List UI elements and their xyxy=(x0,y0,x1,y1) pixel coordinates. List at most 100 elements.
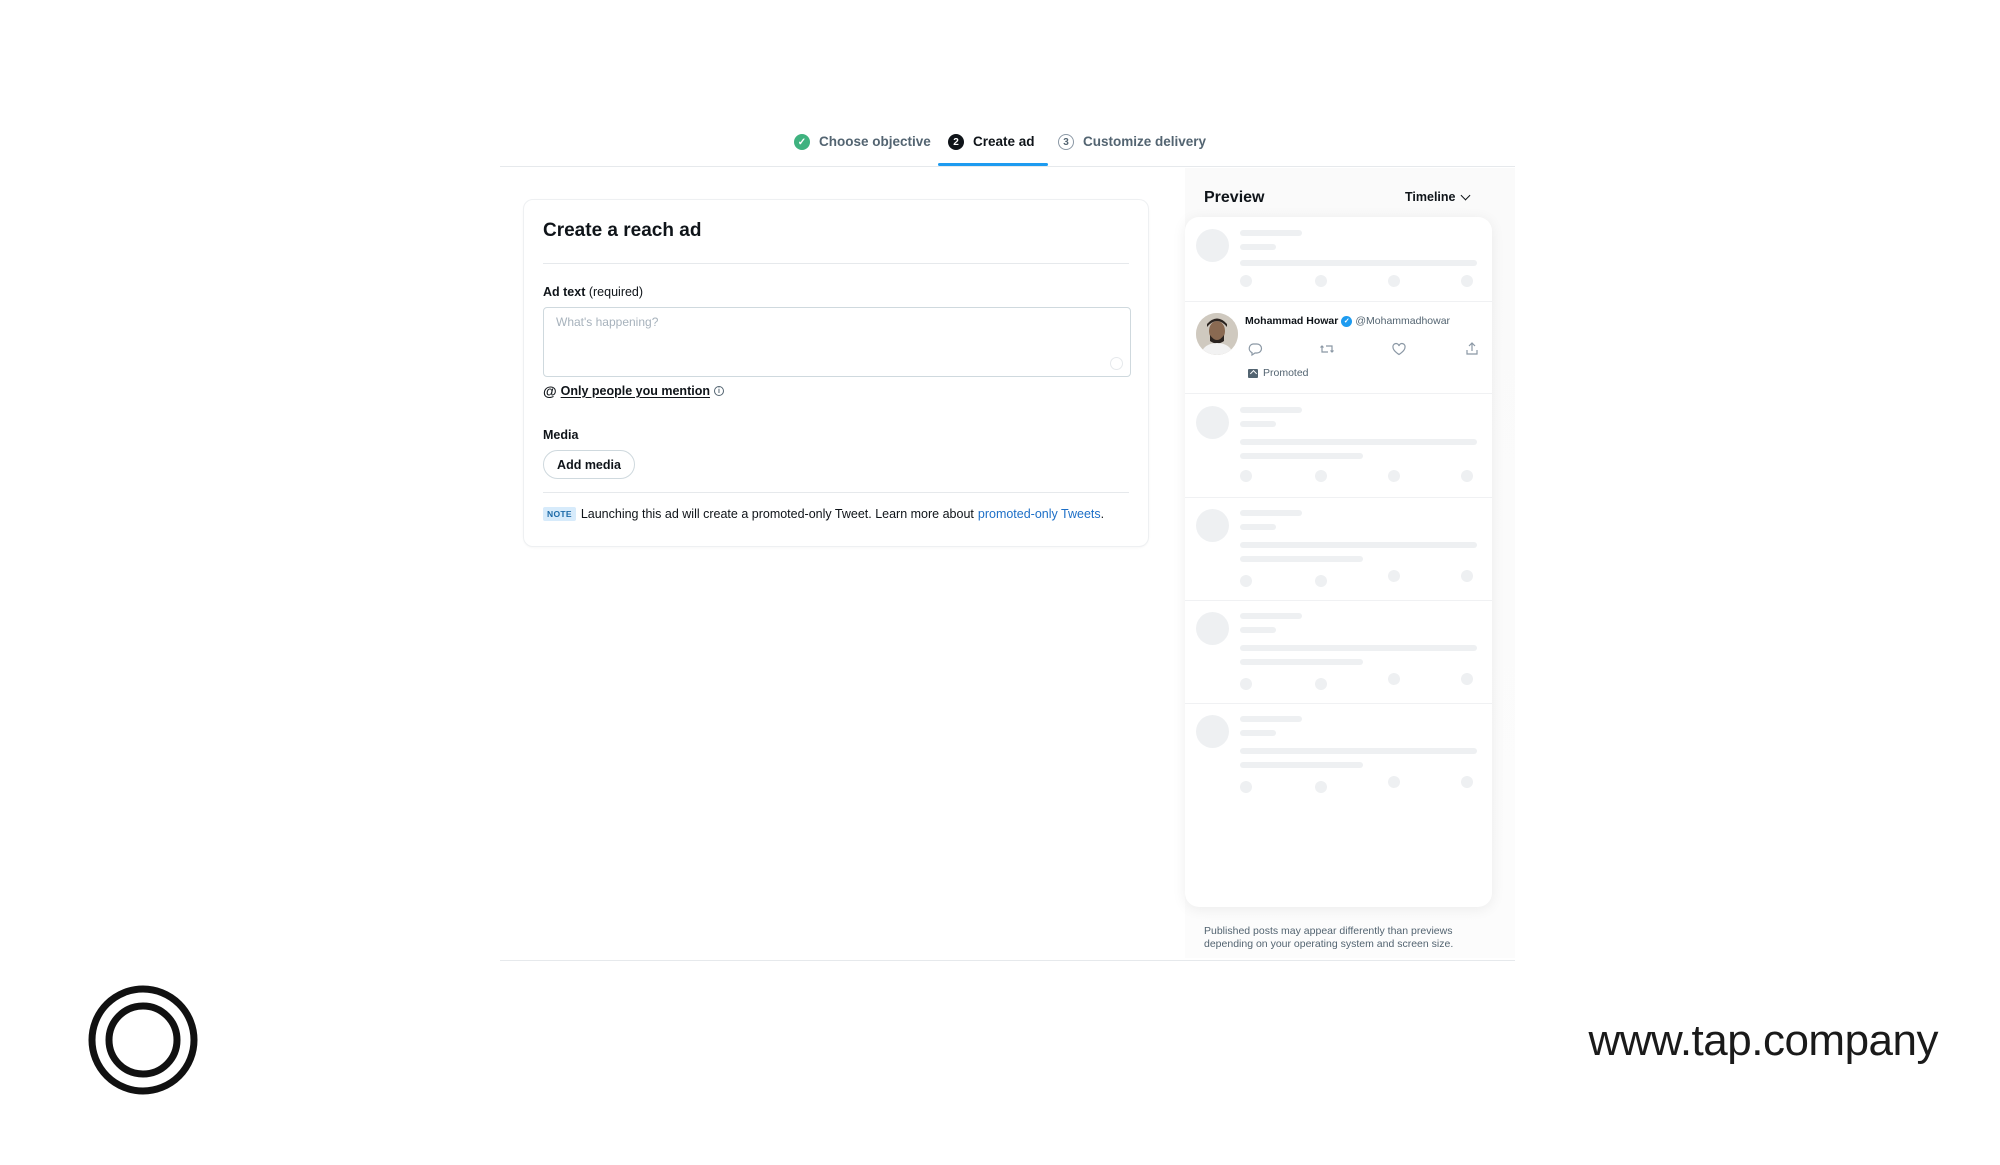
step-label: Choose objective xyxy=(819,134,931,149)
preview-title: Preview xyxy=(1204,189,1264,207)
tweet-author: Mohammad Howar ✓ @Mohammadhowar xyxy=(1245,315,1450,327)
placeholder-avatar xyxy=(1196,406,1229,439)
placeholder-dot xyxy=(1240,275,1252,287)
placeholder-dot xyxy=(1315,781,1327,793)
character-count-ring-icon xyxy=(1110,357,1123,370)
divider xyxy=(500,960,1515,961)
placeholder-line xyxy=(1240,524,1276,530)
avatar xyxy=(1196,313,1238,355)
promoted-text: Promoted xyxy=(1263,367,1309,379)
step-choose-objective[interactable]: ✓ Choose objective xyxy=(794,134,931,166)
placeholder-line xyxy=(1240,730,1276,736)
note-row: NOTE Launching this ad will create a pro… xyxy=(543,507,1104,521)
placeholder-line xyxy=(1240,407,1302,413)
ad-text-label-main: Ad text xyxy=(543,285,585,299)
author-name: Mohammad Howar xyxy=(1245,315,1338,327)
promoted-tweet-preview: Mohammad Howar ✓ @Mohammadhowar Promoted xyxy=(1185,301,1492,394)
placeholder-dot xyxy=(1461,570,1473,582)
placeholder-post xyxy=(1185,600,1492,704)
placeholder-line xyxy=(1240,613,1302,619)
step-number-badge: 3 xyxy=(1058,134,1074,150)
ad-text-input[interactable] xyxy=(554,314,1098,330)
placeholder-avatar xyxy=(1196,612,1229,645)
note-text: Launching this ad will create a promoted… xyxy=(581,507,974,521)
divider xyxy=(543,492,1129,493)
chevron-down-icon xyxy=(1461,190,1471,200)
placement-dropdown[interactable]: Timeline xyxy=(1405,190,1469,204)
retweet-icon xyxy=(1319,341,1335,357)
check-icon: ✓ xyxy=(794,134,810,150)
placeholder-post xyxy=(1185,217,1492,302)
placeholder-avatar xyxy=(1196,509,1229,542)
step-create-ad[interactable]: 2 Create ad xyxy=(948,134,1035,166)
share-icon xyxy=(1464,341,1480,357)
placeholder-dot xyxy=(1461,776,1473,788)
placeholder-line xyxy=(1240,260,1477,266)
placeholder-dot xyxy=(1461,673,1473,685)
reply-setting-link[interactable]: Only people you mention xyxy=(561,384,710,398)
step-customize-delivery[interactable]: 3 Customize delivery xyxy=(1058,134,1206,166)
placeholder-dot xyxy=(1315,275,1327,287)
placeholder-line xyxy=(1240,762,1363,768)
placeholder-dot xyxy=(1461,275,1473,287)
at-icon: @ xyxy=(543,383,557,399)
like-icon xyxy=(1391,341,1407,357)
placement-value: Timeline xyxy=(1405,190,1455,204)
timeline-preview: Mohammad Howar ✓ @Mohammadhowar Promoted xyxy=(1185,217,1492,907)
placeholder-line xyxy=(1240,627,1276,633)
placeholder-dot xyxy=(1388,470,1400,482)
media-label: Media xyxy=(543,428,578,442)
promoted-icon xyxy=(1248,369,1258,378)
placeholder-dot xyxy=(1388,673,1400,685)
placeholder-avatar xyxy=(1196,715,1229,748)
note-badge: NOTE xyxy=(543,507,576,521)
placeholder-dot xyxy=(1388,776,1400,788)
required-hint: (required) xyxy=(589,285,643,299)
note-end: . xyxy=(1101,507,1104,521)
brand-url: www.tap.company xyxy=(1588,1016,1938,1066)
preview-disclaimer: Published posts may appear differently t… xyxy=(1204,925,1494,951)
step-number-badge: 2 xyxy=(948,134,964,150)
placeholder-dot xyxy=(1461,470,1473,482)
placeholder-line xyxy=(1240,453,1363,459)
placeholder-post xyxy=(1185,497,1492,601)
placeholder-dot xyxy=(1388,570,1400,582)
add-media-button[interactable]: Add media xyxy=(543,450,635,479)
placeholder-line xyxy=(1240,510,1302,516)
step-label: Create ad xyxy=(973,134,1035,149)
tweet-actions xyxy=(1247,341,1487,357)
ad-text-label: Ad text (required) xyxy=(543,285,643,299)
placeholder-dot xyxy=(1240,781,1252,793)
verified-badge-icon: ✓ xyxy=(1341,316,1352,327)
info-icon[interactable]: i xyxy=(714,386,724,396)
reply-icon xyxy=(1247,341,1263,357)
placeholder-line xyxy=(1240,645,1477,651)
placeholder-avatar xyxy=(1196,229,1229,262)
placeholder-line xyxy=(1240,556,1363,562)
placeholder-line xyxy=(1240,244,1276,250)
progress-stepper: ✓ Choose objective 2 Create ad 3 Customi… xyxy=(500,130,1515,167)
placeholder-post xyxy=(1185,394,1492,498)
placeholder-dot xyxy=(1315,575,1327,587)
reply-setting[interactable]: @ Only people you mention i xyxy=(543,383,724,399)
placeholder-dot xyxy=(1240,678,1252,690)
page-title: Create a reach ad xyxy=(543,220,701,242)
placeholder-line xyxy=(1240,716,1302,722)
placeholder-dot xyxy=(1240,470,1252,482)
ad-text-field[interactable] xyxy=(543,307,1131,377)
tap-logo-icon xyxy=(88,985,198,1095)
placeholder-line xyxy=(1240,230,1302,236)
placeholder-line xyxy=(1240,659,1363,665)
author-handle: @Mohammadhowar xyxy=(1355,315,1450,327)
promoted-label: Promoted xyxy=(1248,367,1309,379)
promoted-only-tweets-link[interactable]: promoted-only Tweets xyxy=(978,507,1101,521)
placeholder-dot xyxy=(1315,470,1327,482)
placeholder-dot xyxy=(1315,678,1327,690)
divider xyxy=(543,263,1129,264)
placeholder-dot xyxy=(1388,275,1400,287)
active-step-indicator xyxy=(938,163,1048,166)
placeholder-line xyxy=(1240,421,1276,427)
step-label: Customize delivery xyxy=(1083,134,1206,149)
placeholder-post xyxy=(1185,703,1492,806)
placeholder-dot xyxy=(1240,575,1252,587)
